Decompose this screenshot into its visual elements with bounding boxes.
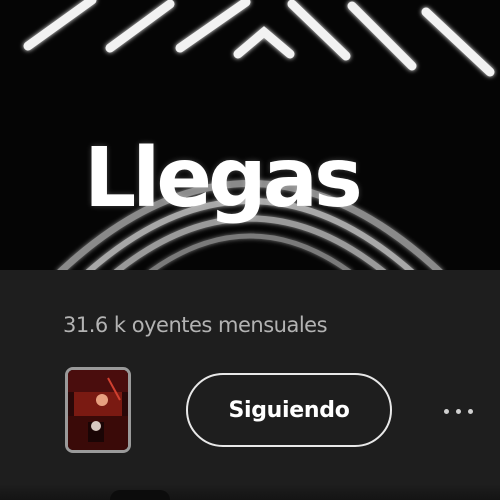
artist-pick-thumbnail[interactable] bbox=[65, 367, 131, 453]
dot bbox=[456, 408, 461, 414]
bottom-edge bbox=[0, 484, 500, 500]
dot bbox=[468, 408, 473, 414]
artist-name: Llegas bbox=[84, 131, 363, 226]
artist-screen: Llegas 31.6 k oyentes mensuales Siguiend… bbox=[0, 0, 500, 500]
partial-control bbox=[110, 490, 170, 500]
more-options-icon[interactable] bbox=[444, 396, 500, 426]
following-button[interactable]: Siguiendo bbox=[186, 373, 392, 447]
dot bbox=[444, 408, 449, 414]
concert-photo-image bbox=[68, 370, 128, 450]
artist-header-image: Llegas bbox=[0, 0, 500, 272]
monthly-listeners: 31.6 k oyentes mensuales bbox=[63, 313, 328, 337]
